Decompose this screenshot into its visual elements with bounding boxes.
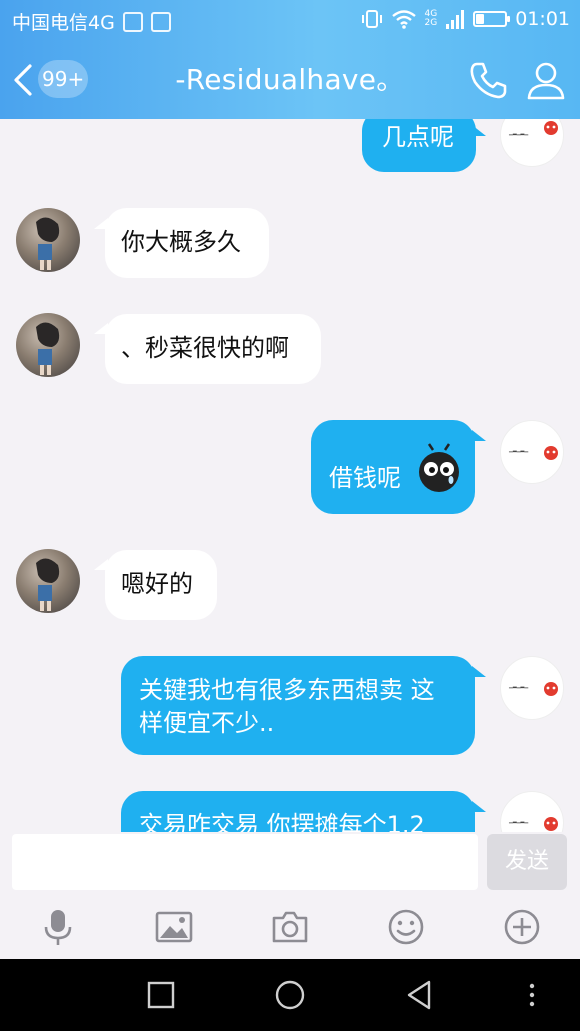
phone-call-icon[interactable] — [466, 58, 510, 102]
signal-icon — [446, 10, 465, 29]
message-input[interactable] — [12, 834, 478, 890]
message-text: 几点呢 — [382, 123, 454, 151]
home-icon[interactable] — [272, 977, 308, 1013]
outgoing-message-bubble[interactable]: 交易咋交易 你摆摊每个1.2 — [121, 791, 475, 832]
notification-image-icon — [150, 11, 171, 32]
wifi-icon — [391, 10, 416, 29]
image-icon[interactable] — [154, 907, 194, 947]
camera-icon[interactable] — [270, 907, 310, 947]
contact-avatar[interactable] — [16, 549, 80, 613]
outgoing-message-bubble[interactable]: 几点呢 — [362, 119, 476, 172]
send-button[interactable]: 发送 — [487, 834, 567, 890]
my-avatar[interactable]: ▁▂▁▂▁ — [500, 656, 564, 720]
message-text-line: 关键我也有很多东西想卖 这 — [139, 676, 435, 704]
bubble-tail — [472, 430, 486, 441]
network-type: 4G 2G — [425, 10, 438, 28]
my-avatar[interactable]: ▁▂▁▂▁ — [500, 791, 564, 832]
bubble-tail — [472, 801, 486, 812]
recents-icon[interactable] — [143, 977, 179, 1013]
battery-level-fill — [476, 14, 485, 24]
more-icon[interactable] — [514, 977, 550, 1013]
contact-avatar[interactable] — [16, 313, 80, 377]
vibrate-icon — [361, 10, 382, 28]
svg-text:▁▂▁▂▁: ▁▂▁▂▁ — [508, 130, 528, 136]
message-input-bar: 发送 — [0, 832, 580, 897]
incoming-message-bubble[interactable]: 、秒菜很快的啊 — [105, 314, 321, 384]
emoji-icon[interactable] — [386, 907, 426, 947]
contact-avatar[interactable] — [16, 208, 80, 272]
profile-icon[interactable] — [524, 58, 568, 102]
my-avatar[interactable]: ▁▂▁▂▁ — [500, 119, 564, 167]
back-triangle-icon[interactable] — [401, 977, 437, 1013]
android-nav-bar — [0, 959, 580, 1031]
plus-icon[interactable] — [502, 907, 542, 947]
input-toolbar — [0, 897, 580, 959]
message-text: 嗯好的 — [121, 570, 193, 598]
my-avatar[interactable]: ▁▂▁▂▁ — [500, 420, 564, 484]
message-text: 、秒菜很快的啊 — [121, 334, 289, 362]
message-text: 你大概多久 — [121, 228, 241, 256]
outgoing-message-bubble[interactable]: 借钱呢 — [311, 420, 475, 514]
chat-message-list[interactable]: 几点呢 ▁▂▁▂▁ 你大概多久 、秒菜很快的啊 借钱呢 ▁▂▁▂▁ 嗯好的 关键… — [0, 119, 580, 832]
battery-icon — [473, 11, 511, 27]
incoming-message-bubble[interactable]: 嗯好的 — [105, 550, 217, 620]
outgoing-message-bubble[interactable]: 关键我也有很多东西想卖 这 样便宜不少.. — [121, 656, 475, 755]
svg-text:▁▂▁▂▁: ▁▂▁▂▁ — [508, 683, 528, 689]
svg-text:▁▂▁▂▁: ▁▂▁▂▁ — [508, 447, 528, 453]
message-text: 交易咋交易 你摆摊每个1.2 — [139, 811, 425, 832]
message-text: 借钱呢 — [329, 464, 401, 492]
network-bottom-label: 2G — [424, 18, 438, 28]
bubble-tail — [472, 125, 486, 136]
googly-eyes-emoji-icon — [419, 443, 459, 492]
notification-paw-icon — [122, 11, 143, 32]
incoming-message-bubble[interactable]: 你大概多久 — [105, 208, 269, 278]
title-bar: 99+ -Residualhave。 — [0, 52, 580, 108]
bubble-tail — [472, 666, 486, 677]
clock: 01:01 — [515, 8, 570, 30]
status-bar: 中国电信4G 4G 2G 01:01 — [0, 0, 580, 40]
svg-text:▁▂▁▂▁: ▁▂▁▂▁ — [508, 818, 528, 824]
header: 中国电信4G 4G 2G 01:01 99+ -Residualhave。 — [0, 0, 580, 119]
microphone-icon[interactable] — [38, 907, 78, 947]
carrier-label: 中国电信4G — [12, 12, 115, 34]
message-text-line: 样便宜不少.. — [139, 709, 275, 737]
